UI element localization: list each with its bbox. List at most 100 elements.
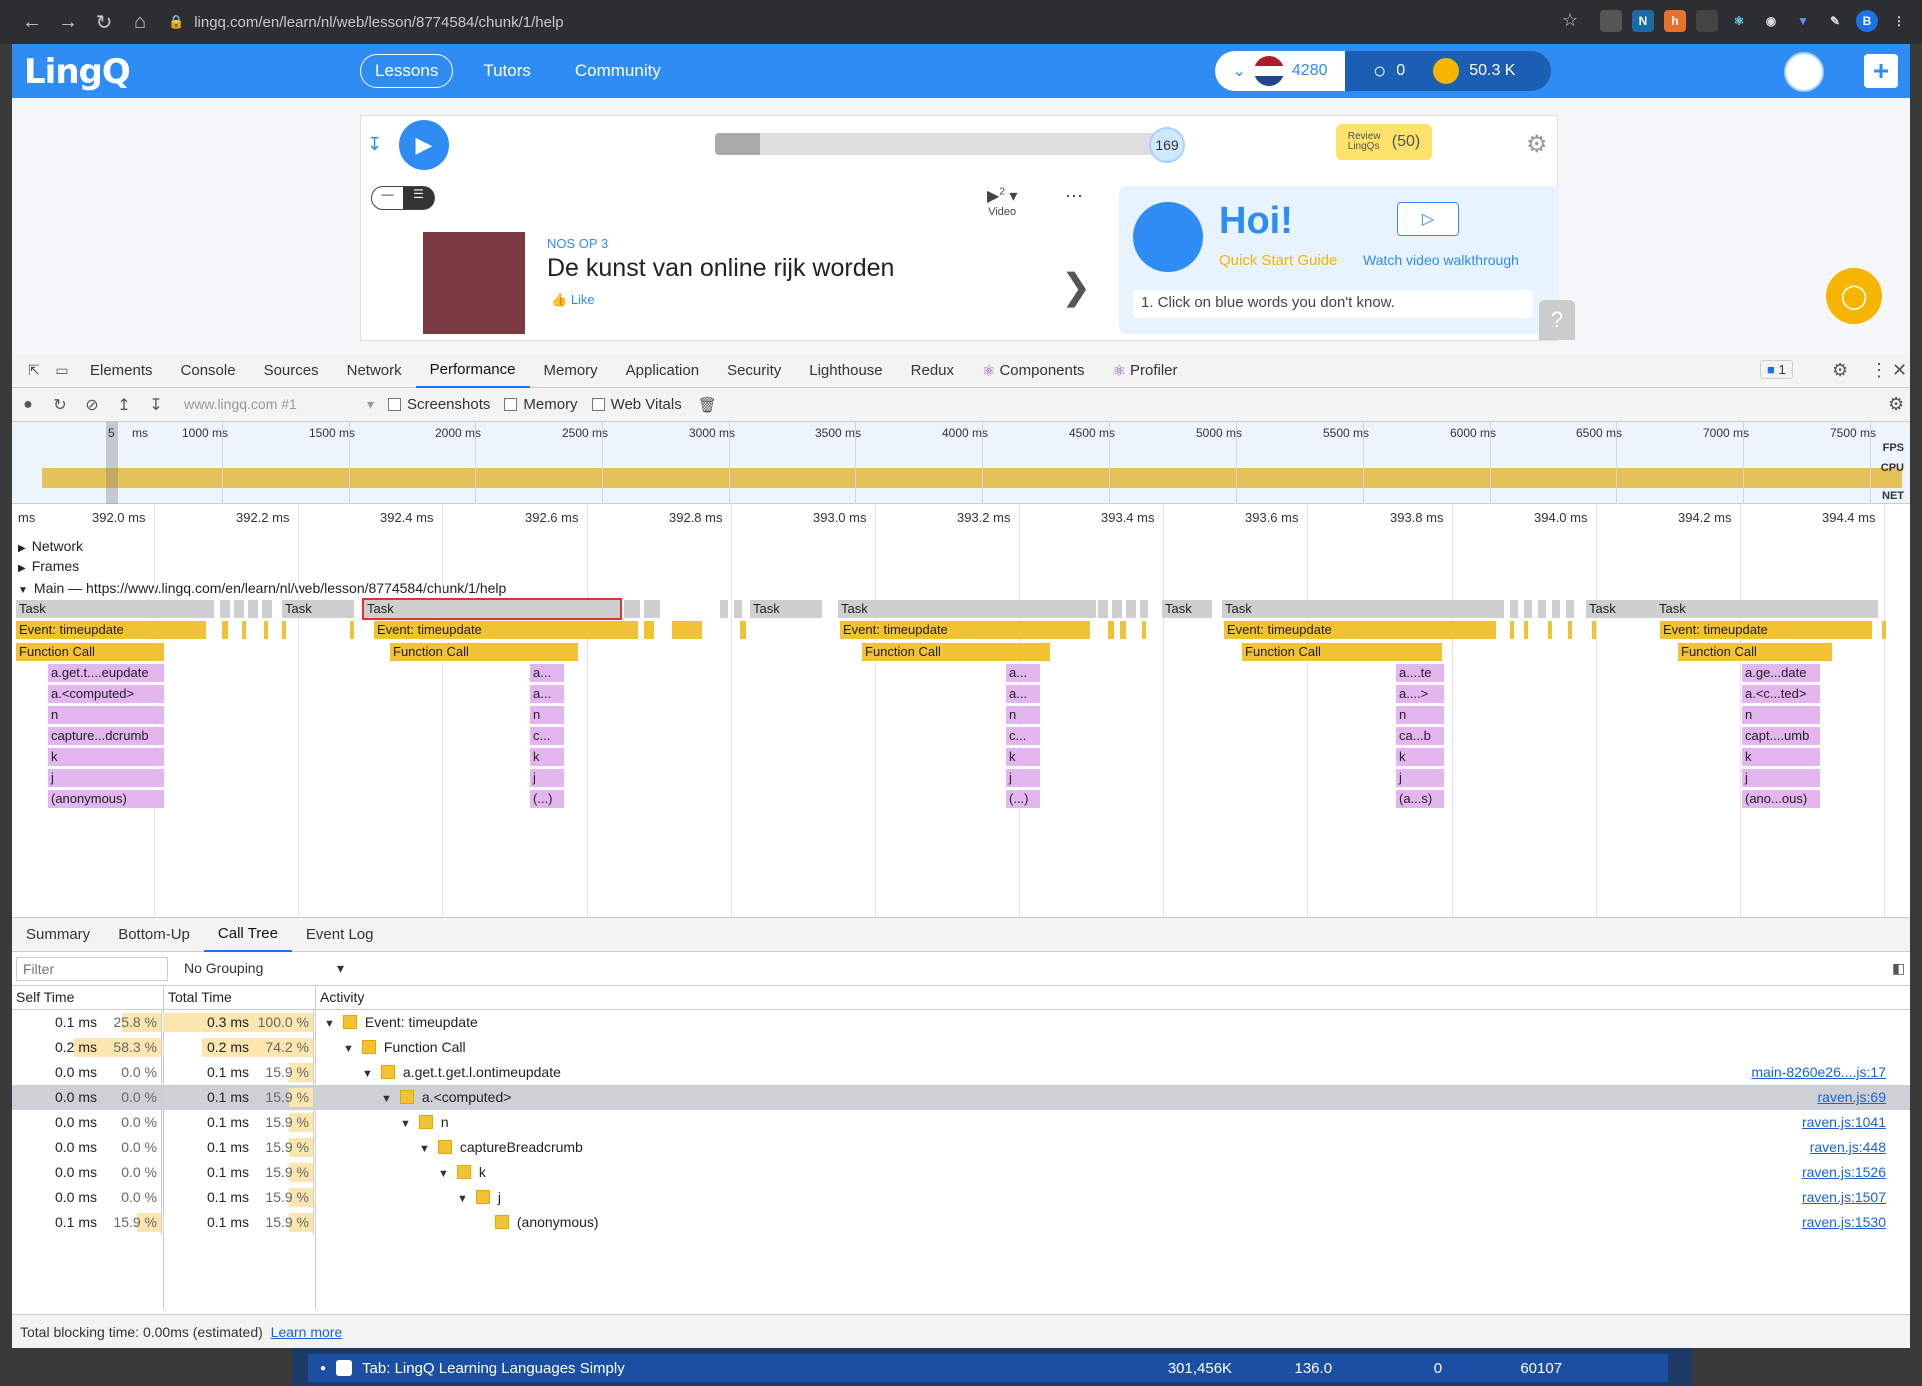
video-button[interactable]: ▶2 ▾ Video	[987, 186, 1017, 218]
expand-triangle-icon[interactable]: ▼	[343, 1043, 354, 1055]
home-icon[interactable]: ⌂	[122, 4, 158, 40]
js-frame-bar[interactable]: k	[48, 748, 164, 766]
event-bar[interactable]	[1524, 621, 1528, 639]
source-link[interactable]: main-8260e26....js:17	[1751, 1060, 1886, 1085]
learn-more-link[interactable]: Learn more	[271, 1324, 343, 1340]
view-mode-toggle[interactable]: — ☰	[371, 186, 435, 210]
task-bar[interactable]	[1868, 600, 1878, 618]
trash-icon[interactable]: 🗑	[698, 396, 717, 414]
tab-profiler[interactable]: ⚛ Profiler	[1099, 354, 1192, 388]
function-call-bar[interactable]: Function Call	[862, 643, 1050, 661]
js-frame-bar[interactable]: k	[1006, 748, 1040, 766]
table-row[interactable]: 0.1 ms 15.9 % 0.1 ms 15.9 % ▼(anonymous) rave…	[12, 1210, 1910, 1235]
task-bar[interactable]: Task	[282, 600, 354, 618]
table-row[interactable]: 0.2 ms 58.3 % 0.2 ms 74.2 % ▼ Function Call	[12, 1035, 1910, 1060]
task-bar[interactable]	[262, 600, 272, 618]
extension-icon[interactable]: ◉	[1760, 10, 1782, 32]
reload-record-icon[interactable]: ↻	[44, 395, 76, 415]
close-icon[interactable]: ✕	[1892, 360, 1907, 381]
extension-icon[interactable]: N	[1632, 10, 1654, 32]
table-row[interactable]: 0.0 ms 0.0 % 0.1 ms 15.9 % ▼ n raven.js:1041	[12, 1110, 1910, 1135]
lesson-thumbnail[interactable]	[423, 232, 525, 334]
table-row[interactable]: 0.1 ms 25.8 % 0.3 ms 100.0 % ▼ Event: timeupd…	[12, 1010, 1910, 1035]
event-bar[interactable]	[282, 621, 286, 639]
grouping-select[interactable]: No Grouping ▾	[184, 960, 344, 977]
screenshots-checkbox[interactable]: Screenshots	[388, 396, 490, 413]
expand-triangle-icon[interactable]: ▼	[381, 1093, 392, 1105]
task-bar[interactable]	[248, 600, 258, 618]
event-bar[interactable]: Event: timeupdate	[1224, 621, 1496, 639]
task-row-selected[interactable]: ● Tab: LingQ Learning Languages Simply 3…	[308, 1354, 1668, 1382]
next-page-arrow-icon[interactable]: ❯	[1061, 266, 1091, 308]
clear-icon[interactable]: ⊘	[76, 395, 108, 415]
quick-start-link[interactable]: Quick Start Guide	[1219, 252, 1337, 269]
extension-icon[interactable]	[1600, 10, 1622, 32]
event-bar[interactable]	[740, 621, 746, 639]
js-frame-bar[interactable]: a...	[1006, 685, 1040, 703]
capture-settings-icon[interactable]: ⚙	[1888, 394, 1904, 415]
event-bar[interactable]: Event: timeupdate	[16, 621, 206, 639]
nav-lessons[interactable]: Lessons	[360, 54, 454, 88]
table-row[interactable]: 0.0 ms 0.0 % 0.1 ms 15.9 % ▼ a.get.t.get.l.on…	[12, 1060, 1910, 1085]
tab-elements[interactable]: Elements	[76, 354, 167, 388]
settings-gear-icon[interactable]: ⚙	[1832, 360, 1848, 381]
menu-kebab-icon[interactable]: ⋮	[1888, 10, 1910, 32]
task-bar[interactable]	[1112, 600, 1122, 618]
more-options-icon[interactable]: ⋮	[1870, 360, 1888, 381]
source-link[interactable]: raven.js:1530	[1802, 1210, 1886, 1235]
source-link[interactable]: raven.js:1526	[1802, 1160, 1886, 1185]
js-frame-bar[interactable]: c...	[530, 727, 564, 745]
filter-input[interactable]	[16, 956, 168, 981]
nav-tutors[interactable]: Tutors	[469, 55, 545, 87]
js-frame-bar[interactable]: a...	[530, 664, 564, 682]
audio-progress[interactable]: 169	[715, 127, 1185, 163]
js-frame-bar[interactable]: j	[48, 769, 164, 787]
js-frame-bar[interactable]: j	[1396, 769, 1444, 787]
js-frame-bar[interactable]: (...)	[1006, 790, 1040, 808]
tab-bottom-up[interactable]: Bottom-Up	[104, 918, 204, 952]
task-bar[interactable]	[1854, 600, 1864, 618]
js-frame-bar[interactable]: j	[530, 769, 564, 787]
event-bar[interactable]	[222, 621, 228, 639]
main-track[interactable]: ▼ Main — https://www.lingq.com/en/learn/n…	[18, 580, 506, 596]
tab-application[interactable]: Application	[612, 354, 713, 388]
extension-icon[interactable]: h	[1664, 10, 1686, 32]
tab-memory[interactable]: Memory	[530, 354, 612, 388]
expand-triangle-icon[interactable]: ▼	[457, 1193, 468, 1205]
lesson-source[interactable]: NOS OP 3	[547, 236, 608, 251]
js-frame-bar[interactable]: capt....umb	[1742, 727, 1820, 745]
extension-icon[interactable]: ▼	[1792, 10, 1814, 32]
forward-icon[interactable]: →	[50, 4, 86, 40]
expand-triangle-icon[interactable]: ▼	[324, 1018, 335, 1030]
like-button[interactable]: 👍 Like	[551, 292, 595, 308]
column-self-time[interactable]: Self Time	[12, 986, 164, 1009]
task-bar[interactable]	[1566, 600, 1574, 618]
tab-call-tree[interactable]: Call Tree	[203, 918, 292, 952]
video-play-icon[interactable]: ▷	[1397, 202, 1459, 236]
event-bar[interactable]: Event: timeupdate	[840, 621, 1090, 639]
event-bar[interactable]	[1108, 621, 1114, 639]
table-row[interactable]: 0.0 ms 0.0 % 0.1 ms 15.9 % ▼ a.<computed> rave…	[12, 1085, 1910, 1110]
js-frame-bar[interactable]: n	[1742, 706, 1820, 724]
tab-redux[interactable]: Redux	[897, 354, 968, 388]
event-bar[interactable]: Event: timeupdate	[1660, 621, 1872, 639]
language-selector[interactable]: ⌄ 4280	[1215, 51, 1345, 91]
page-mode-icon[interactable]: ☰	[403, 187, 434, 209]
function-call-bar[interactable]: Function Call	[16, 643, 164, 661]
source-link[interactable]: raven.js:69	[1818, 1085, 1886, 1110]
back-icon[interactable]: ←	[14, 4, 50, 40]
tab-network[interactable]: Network	[333, 354, 416, 388]
download-icon[interactable]: ↧	[367, 134, 382, 155]
review-lingqs-button[interactable]: Review LingQs (50)	[1336, 124, 1432, 160]
js-frame-bar[interactable]: (anonymous)	[48, 790, 164, 808]
js-frame-bar[interactable]: n	[48, 706, 164, 724]
sentence-mode-icon[interactable]: —	[372, 187, 403, 209]
extension-icon[interactable]	[1696, 10, 1718, 32]
network-track[interactable]: ▶ Network	[18, 538, 83, 554]
download-icon[interactable]: ↧	[140, 395, 172, 415]
task-bar[interactable]: Task	[1656, 600, 1876, 618]
expand-triangle-icon[interactable]: ▼	[438, 1168, 449, 1180]
tab-security[interactable]: Security	[713, 354, 795, 388]
target-select[interactable]: www.lingq.com #1 ▾	[184, 396, 374, 413]
event-bar[interactable]	[672, 621, 702, 639]
